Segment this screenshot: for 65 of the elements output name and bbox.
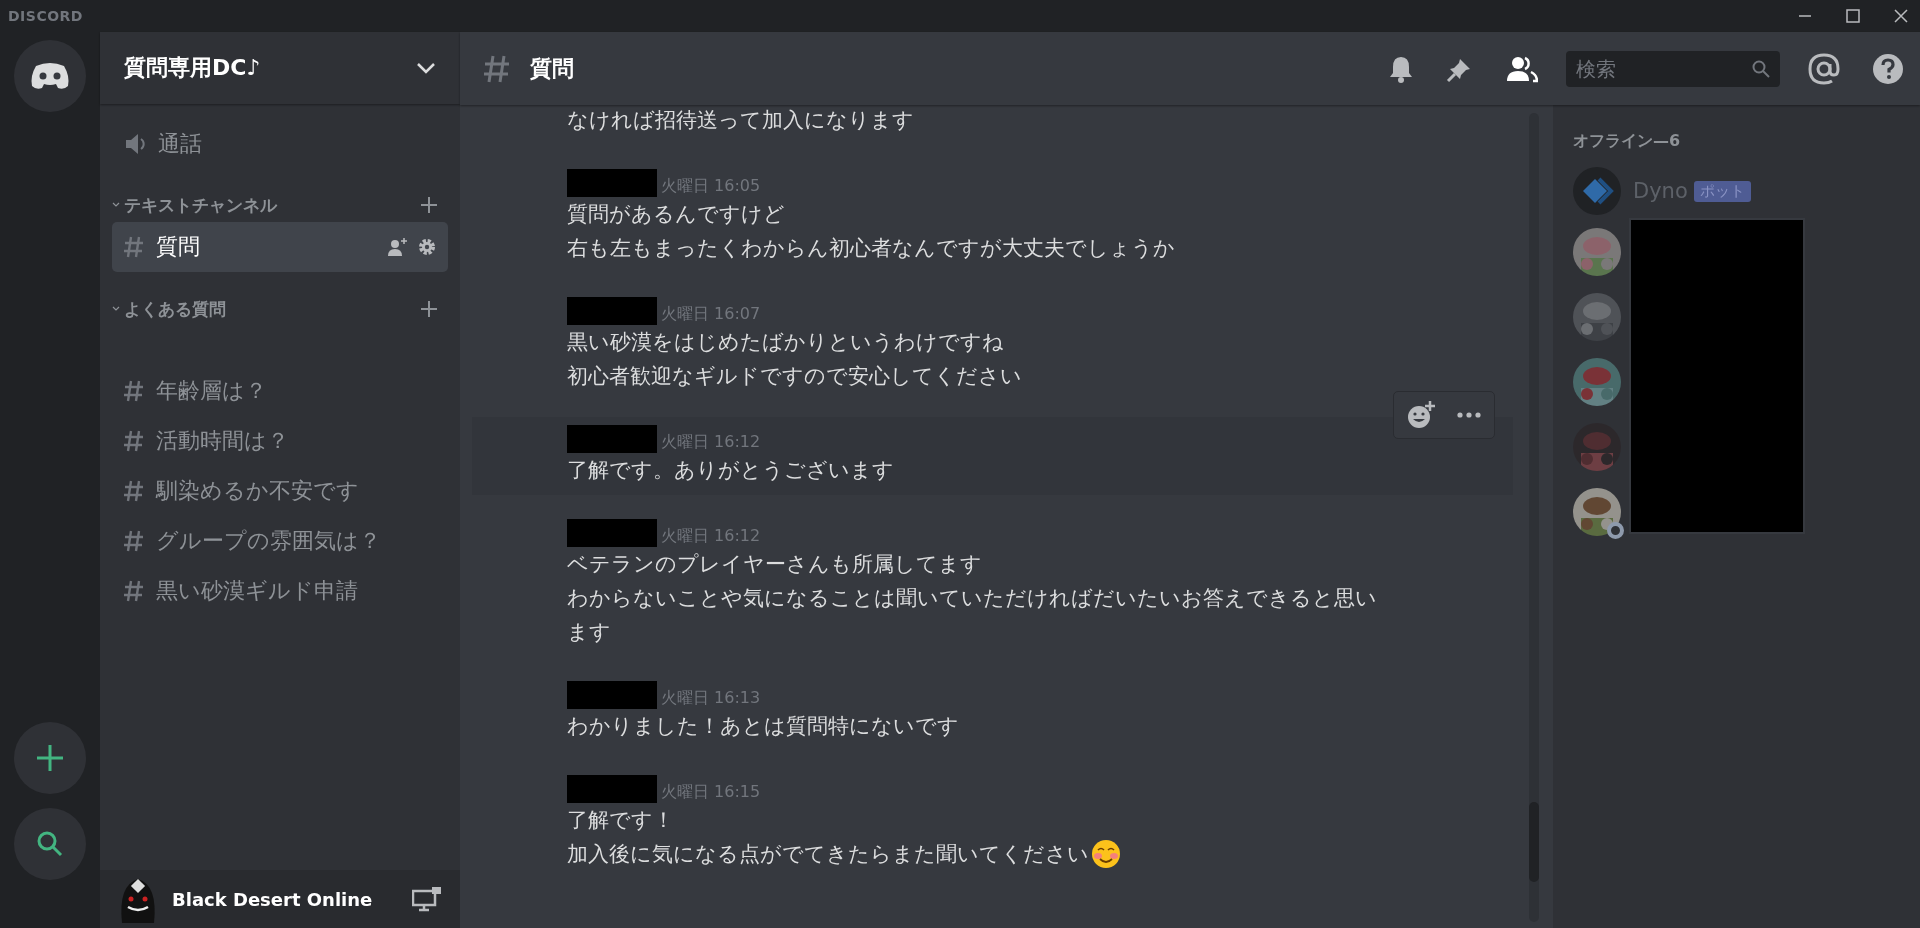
settings-icon[interactable] <box>418 238 436 256</box>
hash-icon <box>124 380 144 402</box>
category-header[interactable]: テキストチャンネル <box>112 193 277 217</box>
server-header[interactable]: 質問専用DC♪ <box>100 32 460 104</box>
maximize-icon[interactable] <box>1846 9 1860 23</box>
text-channel[interactable]: 黒い砂漠ギルド申請 <box>112 566 448 616</box>
hash-icon <box>124 236 144 258</box>
members-icon[interactable] <box>1506 54 1538 83</box>
scrollbar-thumb[interactable] <box>1529 802 1539 882</box>
text-channel[interactable]: 年齢層は？ <box>112 366 448 416</box>
message-text: 加入後に気になる点がでてきたらまた聞いてください <box>567 841 1089 868</box>
speaker-icon <box>124 133 148 155</box>
plus-icon <box>35 743 65 773</box>
message-text: なければ招待送って加入になります <box>567 107 914 134</box>
plus-icon[interactable] <box>420 300 438 318</box>
search-icon <box>1752 59 1770 78</box>
mention-icon[interactable] <box>1808 52 1840 85</box>
bot-tag: ポット <box>1693 180 1751 202</box>
message-text: 了解です！ <box>567 807 674 834</box>
message-text: ベテランのプレイヤーさんも所属してます <box>567 551 982 578</box>
more-icon[interactable] <box>1456 411 1482 419</box>
screen-share-icon[interactable] <box>412 886 442 912</box>
text-channel[interactable]: 馴染めるか不安です <box>112 466 448 516</box>
scrollbar[interactable] <box>1529 113 1539 922</box>
help-icon[interactable] <box>1872 52 1904 85</box>
user-name: Black Desert Online <box>172 888 374 910</box>
bot-avatar-icon <box>1573 167 1621 215</box>
timestamp: 火曜日 16:07 <box>661 304 761 325</box>
message-text: 初心者歓迎なギルドですので安心してください <box>567 363 1022 390</box>
hash-icon <box>124 580 144 602</box>
text-channel[interactable]: 活動時間は？ <box>112 416 448 466</box>
bell-icon[interactable] <box>1388 54 1414 83</box>
timestamp: 火曜日 16:15 <box>661 782 761 803</box>
caret-icon <box>112 306 120 312</box>
member-group-heading: オフライン—6 <box>1573 131 1682 152</box>
voice-channel[interactable]: 通話 <box>112 120 448 168</box>
timestamp: 火曜日 16:05 <box>661 176 761 197</box>
caret-icon <box>112 202 120 208</box>
app-logo: DISCORD <box>8 8 83 24</box>
text-channel[interactable]: グループの雰囲気は？ <box>112 516 448 566</box>
add-reaction-icon[interactable] <box>1406 400 1436 430</box>
message-text: わかりました！あとは質問特にないです <box>567 713 959 740</box>
timestamp: 火曜日 16:13 <box>661 688 761 709</box>
message-text: 了解です。ありがとうございます <box>567 457 894 484</box>
timestamp: 火曜日 16:12 <box>661 432 761 453</box>
plus-icon[interactable] <box>420 196 438 214</box>
text-channel[interactable]: 質問 <box>112 222 448 272</box>
search-icon <box>36 830 64 858</box>
server-name: 質問専用DC♪ <box>124 54 261 82</box>
message-text: 黒い砂漠をはじめたばかりというわけですね <box>567 329 1004 356</box>
chevron-down-icon <box>416 62 436 74</box>
message-text: ます <box>567 619 611 646</box>
category-header[interactable]: よくある質問 <box>112 297 226 321</box>
message-text: 質問があるんですけど <box>567 201 785 228</box>
close-icon[interactable] <box>1894 9 1908 23</box>
message-text: 右も左もまったくわからん初心者なんですが大丈夫でしょうか <box>567 235 1175 262</box>
invite-icon[interactable] <box>388 238 408 256</box>
timestamp: 火曜日 16:12 <box>661 526 761 547</box>
hash-icon <box>124 430 144 452</box>
message-text: わからないことや気になることは聞いていただければだいたいお答えできると思い <box>567 585 1377 612</box>
hash-icon <box>124 530 144 552</box>
hash-icon <box>124 480 144 502</box>
hash-icon <box>484 54 510 83</box>
search-field[interactable]: 検索 <box>1566 50 1780 87</box>
channel-title: 質問 <box>530 54 575 83</box>
